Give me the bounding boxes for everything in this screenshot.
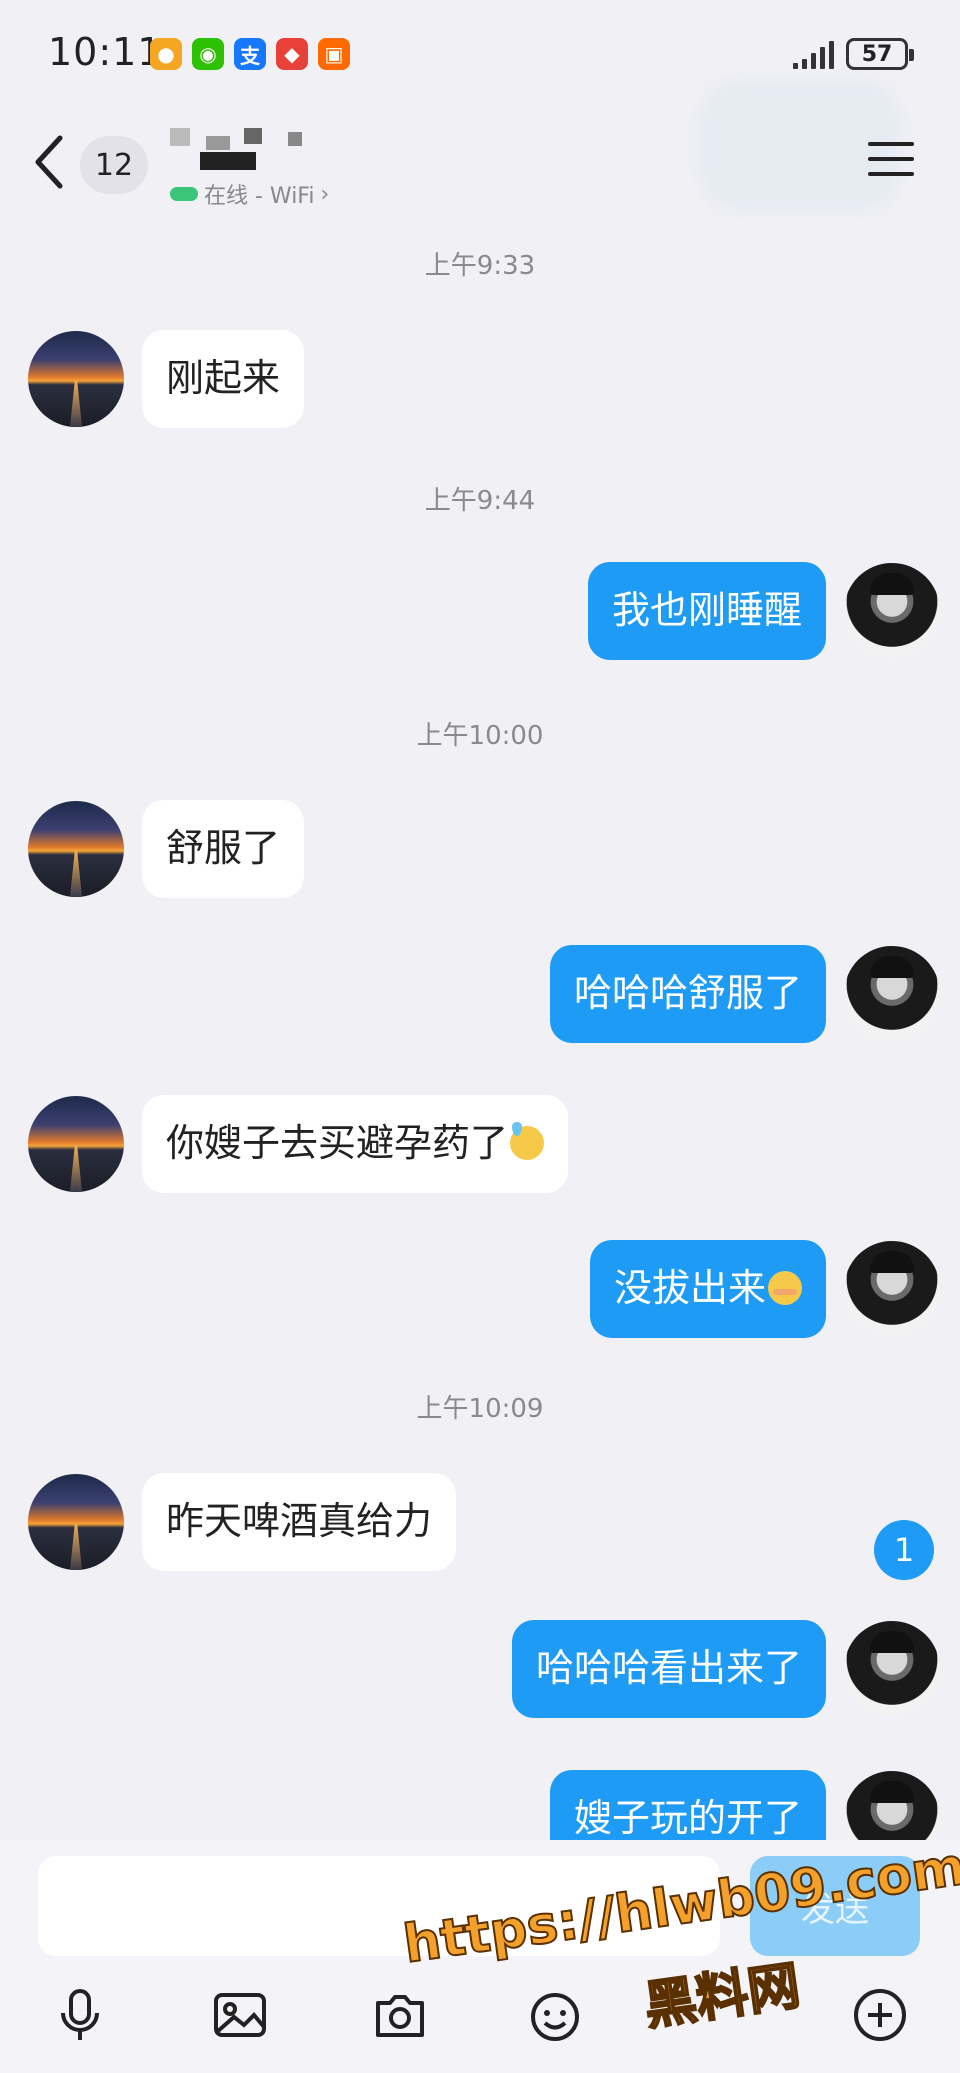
new-message-count: 1 (893, 1531, 915, 1569)
message-text: 你嫂子去买避孕药了 (166, 1121, 509, 1165)
image-icon[interactable] (210, 1985, 270, 2045)
shop-icon: ▣ (318, 38, 350, 70)
watermark-name: 黑料网 (640, 1955, 805, 2038)
message-outgoing: 哈哈哈舒服了 (549, 945, 940, 1043)
weibo-icon: ● (150, 38, 182, 70)
message-bubble[interactable]: 你嫂子去买避孕药了 (142, 1095, 569, 1193)
message-bubble[interactable]: 没拔出来 (589, 1240, 826, 1338)
message-bubble[interactable]: 刚起来 (142, 330, 305, 428)
online-dot-icon (170, 187, 198, 201)
back-arrow-icon[interactable] (30, 132, 70, 192)
timestamp: 上午10:09 (416, 1394, 544, 1424)
battery-level: 57 (861, 41, 893, 67)
menu-icon[interactable] (868, 142, 914, 182)
microphone-icon[interactable] (50, 1985, 110, 2045)
message-bubble[interactable]: 我也刚睡醒 (587, 562, 826, 660)
message-bubble[interactable]: 哈哈哈看出来了 (511, 1620, 826, 1718)
unread-count-badge[interactable]: 12 (80, 136, 148, 194)
contact-name-redacted[interactable] (170, 128, 350, 178)
status-app-icons: ● ◉ 支 ◆ ▣ (150, 38, 350, 70)
my-avatar[interactable] (844, 945, 940, 1042)
unread-count: 12 (94, 147, 134, 183)
contact-avatar[interactable] (28, 1473, 124, 1570)
my-avatar[interactable] (844, 1240, 940, 1337)
timestamp: 上午9:44 (424, 486, 536, 516)
message-bubble[interactable]: 舒服了 (142, 800, 305, 898)
timestamp: 上午9:33 (424, 251, 536, 281)
my-avatar[interactable] (844, 562, 940, 659)
message-outgoing: 没拔出来 (589, 1240, 940, 1338)
chevron-right-icon: › (320, 181, 330, 207)
new-message-badge[interactable]: 1 (874, 1520, 934, 1580)
message-bubble[interactable]: 哈哈哈舒服了 (549, 945, 826, 1043)
news-icon: ◆ (276, 38, 308, 70)
message-bubble[interactable]: 昨天啤酒真给力 (142, 1473, 457, 1571)
message-incoming: 刚起来 (28, 330, 305, 428)
message-outgoing: 哈哈哈看出来了 (511, 1620, 940, 1718)
status-right: 57 (793, 38, 914, 70)
status-time: 10:11 (48, 30, 163, 74)
message-text: 没拔出来 (613, 1266, 766, 1310)
message-outgoing: 我也刚睡醒 (587, 562, 940, 660)
sweat-emoji-icon (510, 1122, 545, 1160)
my-avatar[interactable] (844, 1620, 940, 1717)
message-incoming: 昨天啤酒真给力 (28, 1473, 457, 1571)
alipay-icon: 支 (234, 38, 266, 70)
wechat-icon: ◉ (192, 38, 224, 70)
message-incoming: 舒服了 (28, 800, 305, 898)
signal-icon (793, 39, 834, 69)
message-incoming: 你嫂子去买避孕药了 (28, 1095, 569, 1193)
chat-area[interactable]: 上午9:33 刚起来 上午9:44 我也刚睡醒 上午10:00 舒服了 哈哈哈舒… (0, 220, 960, 1868)
contact-avatar[interactable] (28, 1095, 124, 1192)
contact-status[interactable]: 在线 - WiFi › (170, 178, 329, 210)
contact-avatar[interactable] (28, 800, 124, 897)
timestamp: 上午10:00 (416, 721, 544, 751)
contact-status-text: 在线 - WiFi (204, 184, 315, 209)
battery-icon: 57 (846, 38, 914, 70)
contact-avatar[interactable] (28, 330, 124, 427)
blush-emoji-icon (768, 1271, 802, 1305)
chat-header: 12 在线 - WiFi › (0, 80, 960, 220)
